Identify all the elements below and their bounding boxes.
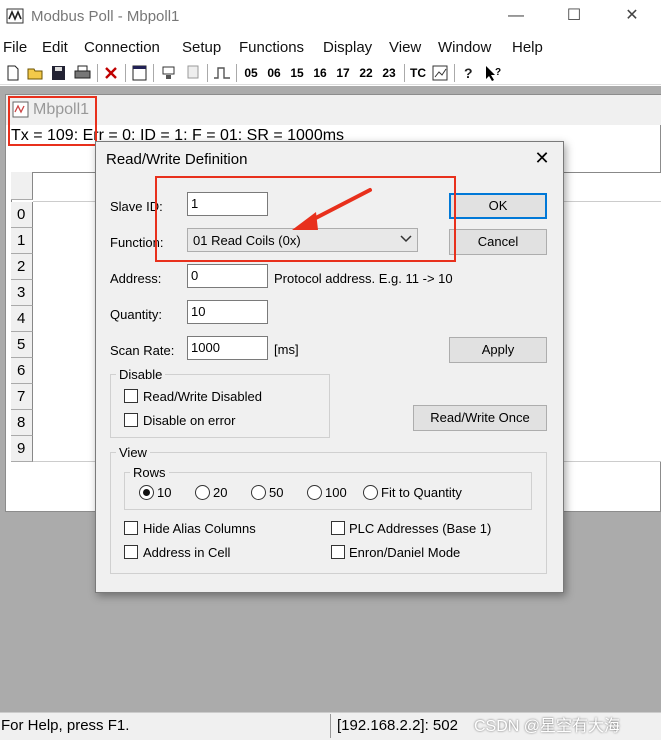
delete-icon[interactable] <box>102 63 120 83</box>
plc-addresses-checkbox[interactable] <box>331 521 345 535</box>
plc-addresses-label: PLC Addresses (Base 1) <box>349 521 492 536</box>
menu-file[interactable]: File <box>3 39 27 56</box>
menu-bar: File Edit Connection Setup Functions Dis… <box>0 36 661 60</box>
row-header: 5 <box>11 332 33 358</box>
row-header: 6 <box>11 358 33 384</box>
maximize-button[interactable]: ☐ <box>551 0 597 32</box>
new-icon[interactable] <box>5 63 21 83</box>
disable-group <box>110 374 330 438</box>
rows-50-label: 50 <box>269 485 284 500</box>
connection-status: [192.168.2.2]: 502 <box>337 717 458 734</box>
row-header: 3 <box>11 280 33 306</box>
modbus-poll-app-icon <box>6 8 24 24</box>
ok-button[interactable]: OK <box>449 193 547 219</box>
annotation-arrow-icon <box>292 188 372 230</box>
row-header: 4 <box>11 306 33 332</box>
row-header: 1 <box>11 228 33 254</box>
row-header: 2 <box>11 254 33 280</box>
read-write-once-button[interactable]: Read/Write Once <box>413 405 547 431</box>
disable-on-error-label: Disable on error <box>143 413 236 428</box>
rows-20-label: 20 <box>213 485 228 500</box>
address-in-cell-checkbox[interactable] <box>124 545 138 559</box>
toolbar: 05 06 15 16 17 22 23 TC ? ? <box>0 61 661 85</box>
disable-on-error-checkbox[interactable] <box>124 413 138 427</box>
cancel-button[interactable]: Cancel <box>449 229 547 255</box>
save-icon[interactable] <box>50 63 67 83</box>
close-button[interactable]: ✕ <box>609 0 655 32</box>
connect-icon[interactable] <box>160 63 178 83</box>
rows-fit-to-quantity-radio[interactable] <box>363 485 378 500</box>
fc-06-button[interactable]: 06 <box>264 63 284 83</box>
disconnect-icon[interactable] <box>184 63 202 83</box>
pulse-icon[interactable] <box>212 63 232 83</box>
hide-alias-columns-checkbox[interactable] <box>124 521 138 535</box>
rows-20-radio[interactable] <box>195 485 210 500</box>
window-title: Modbus Poll - Mbpoll1 <box>31 8 180 25</box>
hide-alias-columns-label: Hide Alias Columns <box>143 521 256 536</box>
menu-help[interactable]: Help <box>512 39 543 56</box>
rows-10-label: 10 <box>157 485 172 500</box>
row-header: 9 <box>11 436 33 462</box>
traffic-button[interactable]: TC <box>408 63 428 83</box>
menu-setup[interactable]: Setup <box>182 39 221 56</box>
annotation-highlight-child <box>8 96 97 146</box>
rows-fit-to-quantity-label: Fit to Quantity <box>381 485 462 500</box>
rows-100-label: 100 <box>325 485 347 500</box>
status-help-text: For Help, press F1. <box>1 717 130 734</box>
address-label: Address: <box>110 271 162 286</box>
context-help-icon[interactable]: ? <box>483 63 503 83</box>
address-hint: Protocol address. E.g. 11 -> 10 <box>274 271 453 286</box>
open-icon[interactable] <box>27 63 45 83</box>
menu-connection[interactable]: Connection <box>84 39 160 56</box>
fc-22-button[interactable]: 22 <box>356 63 376 83</box>
scan-rate-unit: [ms] <box>274 342 299 357</box>
disable-group-label: Disable <box>116 367 166 382</box>
rows-group-label: Rows <box>130 465 169 480</box>
child-title-bar <box>6 95 661 125</box>
enron-daniel-mode-checkbox[interactable] <box>331 545 345 559</box>
minimize-button[interactable]: — <box>493 0 539 32</box>
menu-view[interactable]: View <box>389 39 421 56</box>
chart-icon[interactable] <box>431 63 449 83</box>
svg-text:?: ? <box>464 65 473 81</box>
fc-05-button[interactable]: 05 <box>241 63 261 83</box>
window-icon[interactable] <box>131 63 148 83</box>
rows-10-radio[interactable] <box>139 485 154 500</box>
rows-50-radio[interactable] <box>251 485 266 500</box>
read-write-disabled-label: Read/Write Disabled <box>143 389 262 404</box>
menu-functions[interactable]: Functions <box>239 39 304 56</box>
row-header: 8 <box>11 410 33 436</box>
row-header: 7 <box>11 384 33 410</box>
address-in-cell-label: Address in Cell <box>143 545 231 560</box>
fc-16-button[interactable]: 16 <box>310 63 330 83</box>
address-input[interactable]: 0 <box>187 264 268 288</box>
svg-text:?: ? <box>495 67 501 78</box>
enron-daniel-mode-label: Enron/Daniel Mode <box>349 545 461 560</box>
view-group-label: View <box>116 445 150 460</box>
quantity-label: Quantity: <box>110 307 163 322</box>
menu-window[interactable]: Window <box>438 39 491 56</box>
fc-15-button[interactable]: 15 <box>287 63 307 83</box>
read-write-disabled-checkbox[interactable] <box>124 389 138 403</box>
grid-corner <box>11 172 33 200</box>
dialog-close-button[interactable]: ✕ <box>532 148 552 169</box>
print-icon[interactable] <box>73 63 92 83</box>
menu-display[interactable]: Display <box>323 39 372 56</box>
help-icon[interactable]: ? <box>460 63 476 83</box>
rows-100-radio[interactable] <box>307 485 322 500</box>
quantity-input[interactable]: 10 <box>187 300 268 324</box>
scan-rate-label: Scan Rate: <box>110 343 175 358</box>
scan-rate-input[interactable]: 1000 <box>187 336 268 360</box>
row-header: 0 <box>11 202 33 228</box>
watermark-text: CSDN @星空有大海 <box>474 718 621 735</box>
menu-edit[interactable]: Edit <box>42 39 68 56</box>
fc-23-button[interactable]: 23 <box>379 63 399 83</box>
apply-button[interactable]: Apply <box>449 337 547 363</box>
dialog-title: Read/Write Definition <box>106 151 248 168</box>
fc-17-button[interactable]: 17 <box>333 63 353 83</box>
